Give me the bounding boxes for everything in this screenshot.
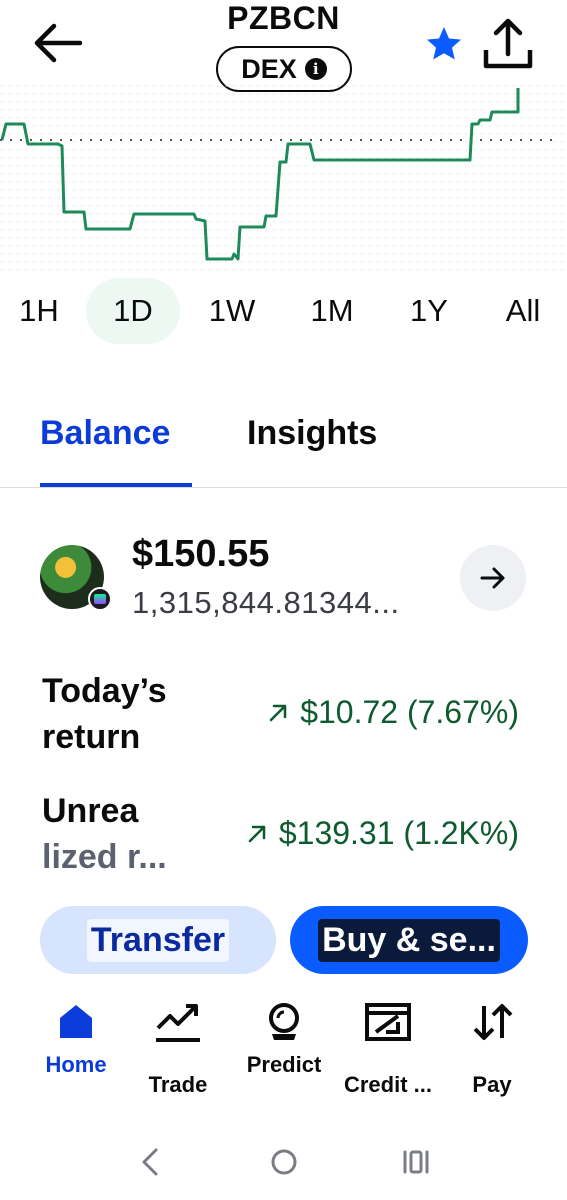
todays-return-value: $10.72 (7.67%) [266,694,519,731]
balance-token-amount: 1,315,844.81344... [132,585,400,620]
system-recents-icon[interactable] [396,1142,436,1182]
nav-home[interactable]: Home [36,996,116,1106]
nav-predict-label: Predict [246,1052,322,1077]
nav-credit-label: Credit ... [343,1072,432,1097]
tab-insights[interactable]: Insights [247,414,377,453]
time-range-selector: 1H 1D 1W 1M 1Y All [0,278,567,344]
transfer-button[interactable]: Transfer [40,906,276,974]
unrealized-return-label: Unrea lized r... [42,792,167,876]
share-button[interactable] [480,16,536,72]
buy-sell-button[interactable]: Buy & se... [290,906,528,974]
credit-card-icon [365,1003,411,1041]
balance-details-button[interactable] [460,545,526,611]
nav-credit[interactable]: Credit ... [340,996,436,1106]
todays-return-label: Today’s return [42,672,167,756]
system-home-icon[interactable] [264,1142,304,1182]
dex-badge-label: DEX [241,53,297,84]
home-icon [60,1005,92,1038]
arrow-up-right-icon [269,704,287,721]
system-navigation-bar [0,1130,567,1190]
tab-active-indicator [40,483,192,487]
info-icon: i [304,58,327,80]
balance-fiat-value: $150.55 [132,533,270,575]
price-chart[interactable] [0,84,567,274]
range-1y[interactable]: 1Y [402,278,456,344]
trend-up-icon [156,1004,200,1042]
share-icon [483,18,533,69]
range-1d[interactable]: 1D [86,278,180,344]
chart-grid [0,84,567,274]
nav-pay-label: Pay [472,1072,512,1097]
watchlist-star-button[interactable] [424,24,464,64]
nav-trade[interactable]: Trade [138,996,218,1106]
tab-balance[interactable]: Balance [40,414,170,453]
range-1w[interactable]: 1W [200,278,264,344]
arrow-up-right-icon [248,825,266,842]
star-icon [427,27,461,60]
system-back-icon[interactable] [132,1142,172,1182]
buy-sell-button-label: Buy & se... [318,918,500,962]
nav-pay[interactable]: Pay [458,996,526,1106]
nav-home-label: Home [45,1052,107,1077]
transfer-button-label: Transfer [86,918,230,962]
solana-chain-icon [88,587,112,611]
nav-predict[interactable]: Predict [238,996,330,1106]
range-1h[interactable]: 1H [12,278,66,344]
balance-row[interactable]: $150.55 1,315,844.81344... [0,525,567,635]
asset-tabs: Balance Insights [0,400,567,488]
swap-vertical-icon [473,1004,513,1040]
nav-trade-label: Trade [148,1072,208,1097]
bottom-navigation: Home Trade Predict Credit ... Pay [0,996,567,1106]
crystal-ball-icon [269,1003,299,1040]
unrealized-return-value: $139.31 (1.2K%) [245,815,519,852]
range-1m[interactable]: 1M [300,278,364,344]
arrow-right-icon [480,567,505,589]
range-all[interactable]: All [494,278,552,344]
